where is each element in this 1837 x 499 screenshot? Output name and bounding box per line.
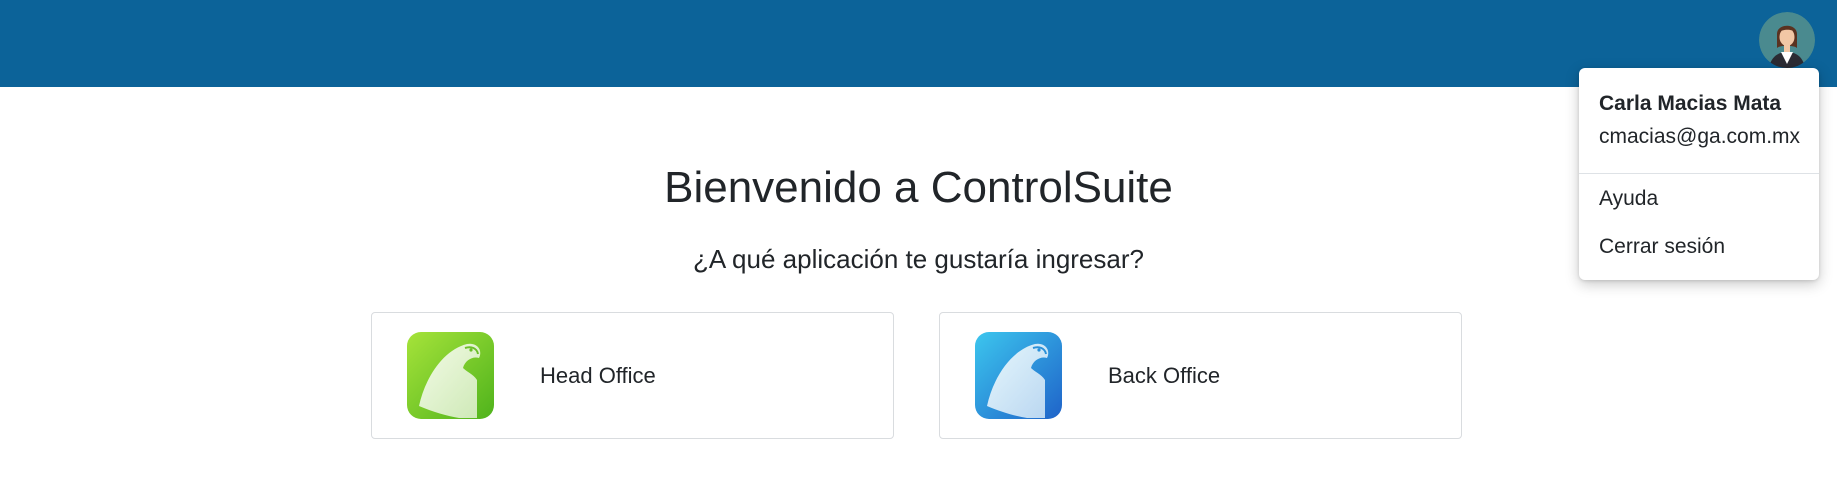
app-card-back-office[interactable]: Back Office <box>939 312 1462 439</box>
page-subtitle: ¿A qué aplicación te gustaría ingresar? <box>693 244 1144 274</box>
menu-item-ayuda[interactable]: Ayuda <box>1599 185 1658 213</box>
app-card-head-office[interactable]: Head Office <box>371 312 894 439</box>
user-avatar-icon <box>1759 12 1815 68</box>
page-title: Bienvenido a ControlSuite <box>664 163 1173 212</box>
back-office-logo-icon <box>975 332 1062 419</box>
menu-item-cerrar-sesion[interactable]: Cerrar sesión <box>1599 233 1725 261</box>
user-email: cmacias@ga.com.mx <box>1599 125 1801 148</box>
dropdown-divider <box>1579 173 1819 174</box>
head-office-logo-icon <box>407 332 494 419</box>
user-dropdown-menu: Carla Macias Mata cmacias@ga.com.mx Ayud… <box>1579 68 1819 280</box>
top-navbar <box>0 0 1837 87</box>
app-card-label: Head Office <box>540 363 656 388</box>
user-name: Carla Macias Mata <box>1599 92 1782 115</box>
user-avatar-button[interactable] <box>1759 12 1815 68</box>
app-card-label: Back Office <box>1108 363 1221 388</box>
